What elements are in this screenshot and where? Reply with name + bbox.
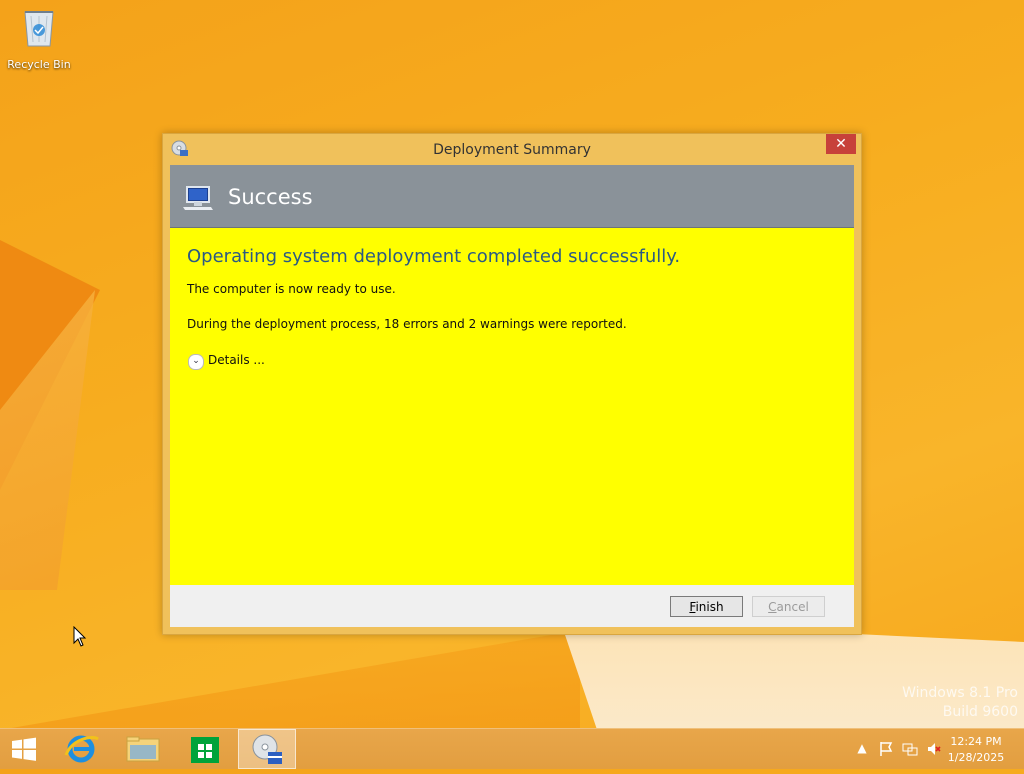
deployment-summary-window: Deployment Summary ✕ Success Operating s… xyxy=(162,133,862,635)
computer-icon xyxy=(183,185,215,211)
wallpaper-shape xyxy=(0,630,580,730)
mouse-cursor-icon xyxy=(73,625,87,652)
action-center-flag-icon[interactable] xyxy=(878,741,894,757)
status-banner: Success xyxy=(170,165,854,228)
network-icon[interactable] xyxy=(902,741,918,757)
volume-muted-icon[interactable] xyxy=(926,741,942,757)
details-label: Details ... xyxy=(208,353,265,367)
windows-logo-icon xyxy=(12,737,36,761)
taskbar-deployment-wizard[interactable] xyxy=(238,729,296,769)
cancel-button-label: Cancel xyxy=(768,600,809,614)
chevron-down-icon: ⌄ xyxy=(188,354,204,370)
recycle-bin-label: Recycle Bin xyxy=(7,58,71,71)
system-tray: ▲ 12:24 PM 1/28/2025 xyxy=(844,729,1024,769)
windows-watermark: Windows 8.1 Pro Build 9600 xyxy=(902,684,1018,722)
title-bar[interactable]: Deployment Summary ✕ xyxy=(163,134,861,166)
recycle-bin-icon xyxy=(21,6,57,48)
taskbar-store[interactable] xyxy=(176,729,234,769)
store-icon xyxy=(191,737,219,763)
clock-date: 1/28/2025 xyxy=(947,751,1005,764)
clock-time: 12:24 PM xyxy=(950,735,1002,748)
show-hidden-icons-icon[interactable]: ▲ xyxy=(854,741,870,757)
finish-button-label: Finish xyxy=(689,600,724,614)
deployment-disc-icon xyxy=(252,734,282,764)
start-button[interactable] xyxy=(0,729,48,769)
taskbar-internet-explorer[interactable] xyxy=(52,729,110,769)
button-bar: Finish Cancel xyxy=(170,585,854,627)
errors-message: During the deployment process, 18 errors… xyxy=(187,317,627,331)
internet-explorer-icon xyxy=(64,735,99,763)
result-heading: Operating system deployment completed su… xyxy=(187,246,681,267)
taskbar: ▲ 12:24 PM 1/28/2025 xyxy=(0,728,1024,769)
cancel-button: Cancel xyxy=(752,596,825,617)
finish-button[interactable]: Finish xyxy=(670,596,743,617)
recycle-bin-shortcut[interactable]: Recycle Bin xyxy=(4,6,74,71)
ready-message: The computer is now ready to use. xyxy=(187,282,396,296)
taskbar-clock[interactable]: 12:24 PM 1/28/2025 xyxy=(946,734,1006,766)
details-expander[interactable]: ⌄ Details ... xyxy=(188,353,265,370)
banner-title: Success xyxy=(228,185,313,209)
watermark-edition: Windows 8.1 Pro xyxy=(902,685,1018,701)
dialog-content: Success Operating system deployment comp… xyxy=(170,165,854,627)
watermark-build: Build 9600 xyxy=(942,704,1018,720)
close-button[interactable]: ✕ xyxy=(826,134,856,154)
window-title: Deployment Summary xyxy=(433,142,591,158)
folder-icon xyxy=(126,736,160,762)
taskbar-file-explorer[interactable] xyxy=(114,729,172,769)
